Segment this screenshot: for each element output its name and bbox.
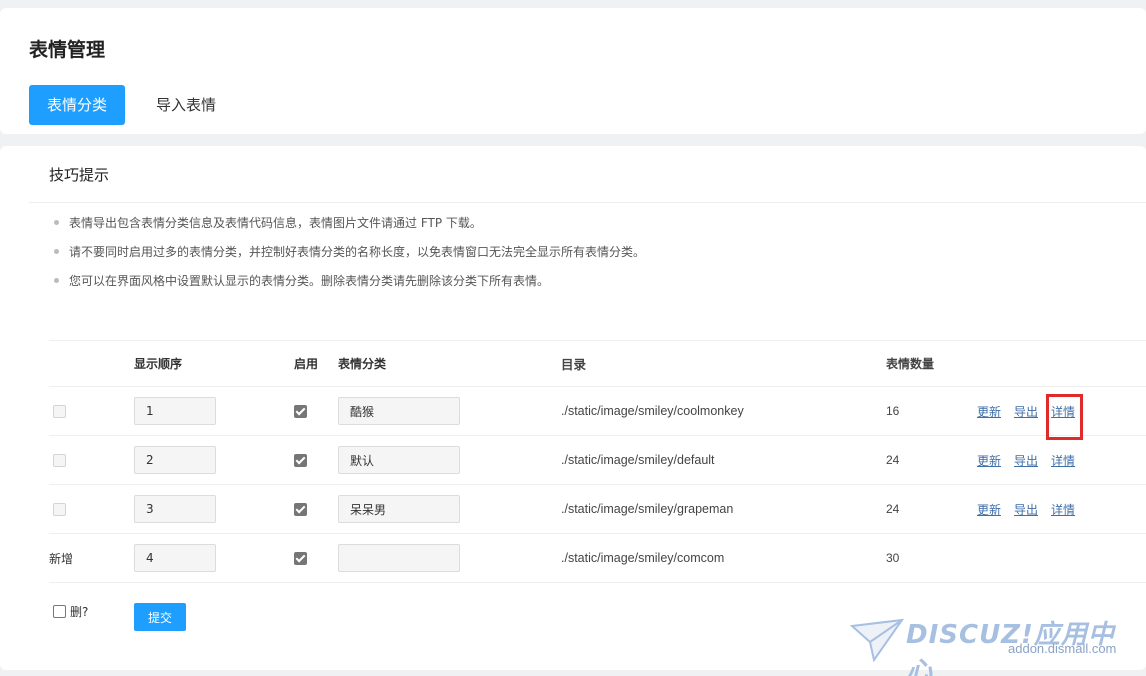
header-card: 表情管理 表情分类 导入表情 bbox=[0, 8, 1146, 134]
new-category-name-input[interactable] bbox=[338, 544, 460, 572]
tab-smiley-categories[interactable]: 表情分类 bbox=[29, 85, 125, 125]
tips-list: 表情导出包含表情分类信息及表情代码信息，表情图片文件请通过 FTP 下载。 请不… bbox=[53, 214, 645, 301]
watermark-url: addon.dismall.com bbox=[1008, 641, 1117, 656]
table-row: 2 默认 ./static/image/smiley/default 24 更新… bbox=[49, 436, 1146, 485]
tip-item: 请不要同时启用过多的表情分类，并控制好表情分类的名称长度，以免表情窗口无法完全显… bbox=[53, 243, 645, 272]
export-link[interactable]: 导出 bbox=[1014, 501, 1038, 518]
details-link[interactable]: 详情 bbox=[1051, 501, 1075, 518]
watermark: DISCUZ!应用中心 addon.dismall.com bbox=[850, 610, 1140, 676]
new-category-row: 新增 4 ./static/image/smiley/comcom 30 bbox=[49, 534, 1146, 583]
new-enabled-checkbox[interactable] bbox=[294, 551, 307, 565]
table-header-row: 显示顺序 启用 表情分类 目录 表情数量 bbox=[49, 340, 1146, 387]
directory-text: ./static/image/smiley/default bbox=[561, 453, 715, 467]
smiley-count: 16 bbox=[886, 404, 900, 418]
order-input[interactable]: 2 bbox=[134, 446, 216, 474]
header-count: 表情数量 bbox=[886, 357, 935, 371]
enabled-checkbox[interactable] bbox=[294, 453, 307, 467]
delete-label: 删? bbox=[70, 605, 89, 619]
header-directory: 目录 bbox=[561, 357, 587, 372]
smiley-count: 24 bbox=[886, 453, 900, 467]
submit-button[interactable]: 提交 bbox=[134, 603, 186, 631]
export-link[interactable]: 导出 bbox=[1014, 403, 1038, 420]
highlight-annotation bbox=[1046, 394, 1083, 440]
details-link[interactable]: 详情 bbox=[1051, 452, 1075, 469]
delete-checkbox[interactable] bbox=[53, 605, 66, 618]
category-name-input[interactable]: 默认 bbox=[338, 446, 460, 474]
tip-item: 表情导出包含表情分类信息及表情代码信息，表情图片文件请通过 FTP 下载。 bbox=[53, 214, 645, 243]
page-title: 表情管理 bbox=[29, 39, 106, 61]
tip-item: 您可以在界面风格中设置默认显示的表情分类。删除表情分类请先删除该分类下所有表情。 bbox=[53, 272, 645, 301]
update-link[interactable]: 更新 bbox=[977, 452, 1001, 469]
main-card: 技巧提示 表情导出包含表情分类信息及表情代码信息，表情图片文件请通过 FTP 下… bbox=[0, 146, 1146, 670]
tips-title: 技巧提示 bbox=[49, 166, 110, 184]
order-input[interactable]: 3 bbox=[134, 495, 216, 523]
delete-toggle[interactable]: 删? bbox=[53, 603, 88, 620]
paper-plane-icon bbox=[850, 618, 904, 662]
header-order: 显示顺序 bbox=[134, 357, 183, 371]
export-link[interactable]: 导出 bbox=[1014, 452, 1038, 469]
new-row-label: 新增 bbox=[49, 551, 74, 566]
enabled-checkbox[interactable] bbox=[294, 502, 307, 516]
row-delete-checkbox bbox=[53, 453, 66, 467]
tab-import-smiley[interactable]: 导入表情 bbox=[156, 85, 216, 125]
new-directory-text: ./static/image/smiley/comcom bbox=[561, 551, 725, 565]
order-input[interactable]: 1 bbox=[134, 397, 216, 425]
table-row: 1 酷猴 ./static/image/smiley/coolmonkey 16… bbox=[49, 387, 1146, 436]
table-row: 3 呆呆男 ./static/image/smiley/grapeman 24 … bbox=[49, 485, 1146, 534]
category-name-input[interactable]: 呆呆男 bbox=[338, 495, 460, 523]
divider bbox=[29, 202, 1146, 203]
header-category: 表情分类 bbox=[338, 357, 387, 371]
category-name-input[interactable]: 酷猴 bbox=[338, 397, 460, 425]
smiley-count: 24 bbox=[886, 502, 900, 516]
smiley-category-table: 显示顺序 启用 表情分类 目录 表情数量 1 酷猴 ./static/image… bbox=[49, 340, 1146, 583]
enabled-checkbox[interactable] bbox=[294, 404, 307, 418]
row-delete-checkbox bbox=[53, 502, 66, 516]
header-enabled: 启用 bbox=[294, 357, 319, 371]
directory-text: ./static/image/smiley/grapeman bbox=[561, 502, 734, 516]
directory-text: ./static/image/smiley/coolmonkey bbox=[561, 404, 744, 418]
new-order-input[interactable]: 4 bbox=[134, 544, 216, 572]
row-delete-checkbox bbox=[53, 404, 66, 418]
update-link[interactable]: 更新 bbox=[977, 403, 1001, 420]
new-smiley-count: 30 bbox=[886, 551, 900, 565]
update-link[interactable]: 更新 bbox=[977, 501, 1001, 518]
